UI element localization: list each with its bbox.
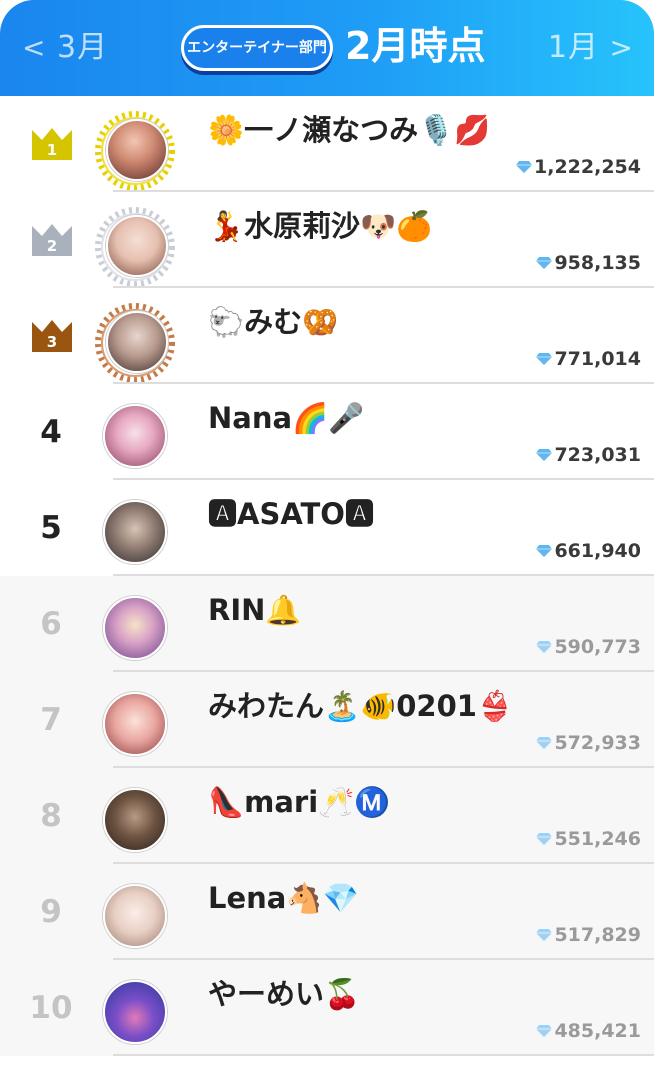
rank-number: 5 (40, 510, 62, 546)
ranking-row[interactable]: 6 RIN🔔 590,773 (0, 576, 654, 672)
ranking-row[interactable]: 5 🅰ASATO🅰 661,940 (0, 480, 654, 576)
avatar-photo (106, 119, 168, 181)
diamond-icon (536, 1025, 553, 1037)
streamer-name: 💃水原莉沙🐶🍊 (208, 209, 433, 243)
avatar[interactable] (94, 781, 176, 863)
rank-number: 10 (29, 990, 73, 1026)
diamond-score: 551,246 (535, 826, 641, 852)
streamer-name: 🐑みむ🥨 (208, 305, 339, 339)
ranking-card: < 3月 エンターテイナー部門 2月時点 1月 > 1 🌼一ノ瀬なつみ🎙️💋 1… (0, 0, 654, 1088)
ranking-row[interactable]: 10 やーめい🍒 485,421 (0, 960, 654, 1056)
streamer-name: 👠mari🥂Ⓜ️ (208, 785, 391, 819)
diamond-icon (536, 737, 553, 749)
svg-text:1: 1 (47, 141, 57, 159)
streamer-name: みわたん🏝️🐠0201👙 (208, 689, 514, 723)
avatar-photo (106, 311, 168, 373)
silver-crown-icon: 2 (30, 218, 74, 258)
next-month-link[interactable]: 1月 > (548, 28, 634, 68)
diamond-score: 517,829 (535, 922, 641, 948)
chevron-right-icon: > (609, 31, 634, 64)
streamer-name: Nana🌈🎤 (208, 401, 365, 435)
bronze-crown-icon: 3 (30, 314, 74, 354)
ranking-row[interactable]: 2 💃水原莉沙🐶🍊 958,135 (0, 192, 654, 288)
svg-text:2: 2 (47, 237, 57, 255)
row-divider (113, 1054, 654, 1056)
rank-number: 9 (40, 894, 62, 930)
diamond-icon (536, 641, 553, 653)
avatar-photo (103, 980, 167, 1044)
diamond-icon (516, 161, 533, 173)
diamond-score: 771,014 (535, 346, 641, 372)
department-badge: エンターテイナー部門 (181, 25, 333, 71)
diamond-score: 723,031 (535, 442, 641, 468)
avatar[interactable] (94, 589, 176, 671)
avatar-photo (103, 884, 167, 948)
avatar[interactable] (94, 493, 176, 575)
diamond-icon (536, 353, 553, 365)
rank-number: 4 (40, 414, 62, 450)
svg-text:3: 3 (47, 333, 57, 351)
diamond-score: 661,940 (535, 538, 641, 564)
avatar-photo (103, 596, 167, 660)
avatar[interactable] (94, 205, 176, 287)
prev-month-link[interactable]: < 3月 (22, 28, 108, 68)
rank-number: 8 (40, 798, 62, 834)
ranking-row[interactable]: 8 👠mari🥂Ⓜ️ 551,246 (0, 768, 654, 864)
avatar[interactable] (94, 301, 176, 383)
diamond-score: 958,135 (535, 250, 641, 276)
avatar[interactable] (94, 973, 176, 1055)
ranking-row[interactable]: 3 🐑みむ🥨 771,014 (0, 288, 654, 384)
ranking-list: 1 🌼一ノ瀬なつみ🎙️💋 1,222,254 2 💃水原莉沙🐶🍊 958,135… (0, 96, 654, 1088)
gold-crown-icon: 1 (30, 122, 74, 162)
avatar-photo (103, 788, 167, 852)
ranking-row[interactable]: 7 みわたん🏝️🐠0201👙 572,933 (0, 672, 654, 768)
rank-number: 6 (40, 606, 62, 642)
avatar-photo (106, 215, 168, 277)
next-month-label: 1月 (547, 30, 599, 65)
streamer-name: 🌼一ノ瀬なつみ🎙️💋 (208, 113, 491, 147)
avatar[interactable] (94, 685, 176, 767)
streamer-name: 🅰ASATO🅰 (208, 497, 374, 531)
diamond-icon (536, 545, 553, 557)
diamond-icon (536, 257, 553, 269)
diamond-score: 572,933 (535, 730, 641, 756)
ranking-header: < 3月 エンターテイナー部門 2月時点 1月 > (0, 0, 654, 96)
diamond-score: 1,222,254 (515, 154, 641, 180)
chevron-left-icon: < (22, 31, 47, 64)
page-title: 2月時点 (345, 24, 486, 68)
streamer-name: やーめい🍒 (208, 977, 361, 1011)
diamond-icon (536, 833, 553, 845)
avatar-photo (103, 692, 167, 756)
avatar[interactable] (94, 877, 176, 959)
diamond-icon (536, 449, 553, 461)
avatar[interactable] (94, 397, 176, 479)
diamond-score: 590,773 (535, 634, 641, 660)
prev-month-label: 3月 (57, 30, 109, 65)
avatar-photo (103, 500, 167, 564)
avatar[interactable] (94, 109, 176, 191)
diamond-icon (536, 929, 553, 941)
streamer-name: RIN🔔 (208, 593, 302, 627)
rank-number: 7 (40, 702, 62, 738)
ranking-row[interactable]: 9 Lena🐴💎 517,829 (0, 864, 654, 960)
diamond-score: 485,421 (535, 1018, 641, 1044)
ranking-row[interactable]: 4 Nana🌈🎤 723,031 (0, 384, 654, 480)
ranking-row[interactable]: 1 🌼一ノ瀬なつみ🎙️💋 1,222,254 (0, 96, 654, 192)
avatar-photo (103, 404, 167, 468)
streamer-name: Lena🐴💎 (208, 881, 359, 915)
